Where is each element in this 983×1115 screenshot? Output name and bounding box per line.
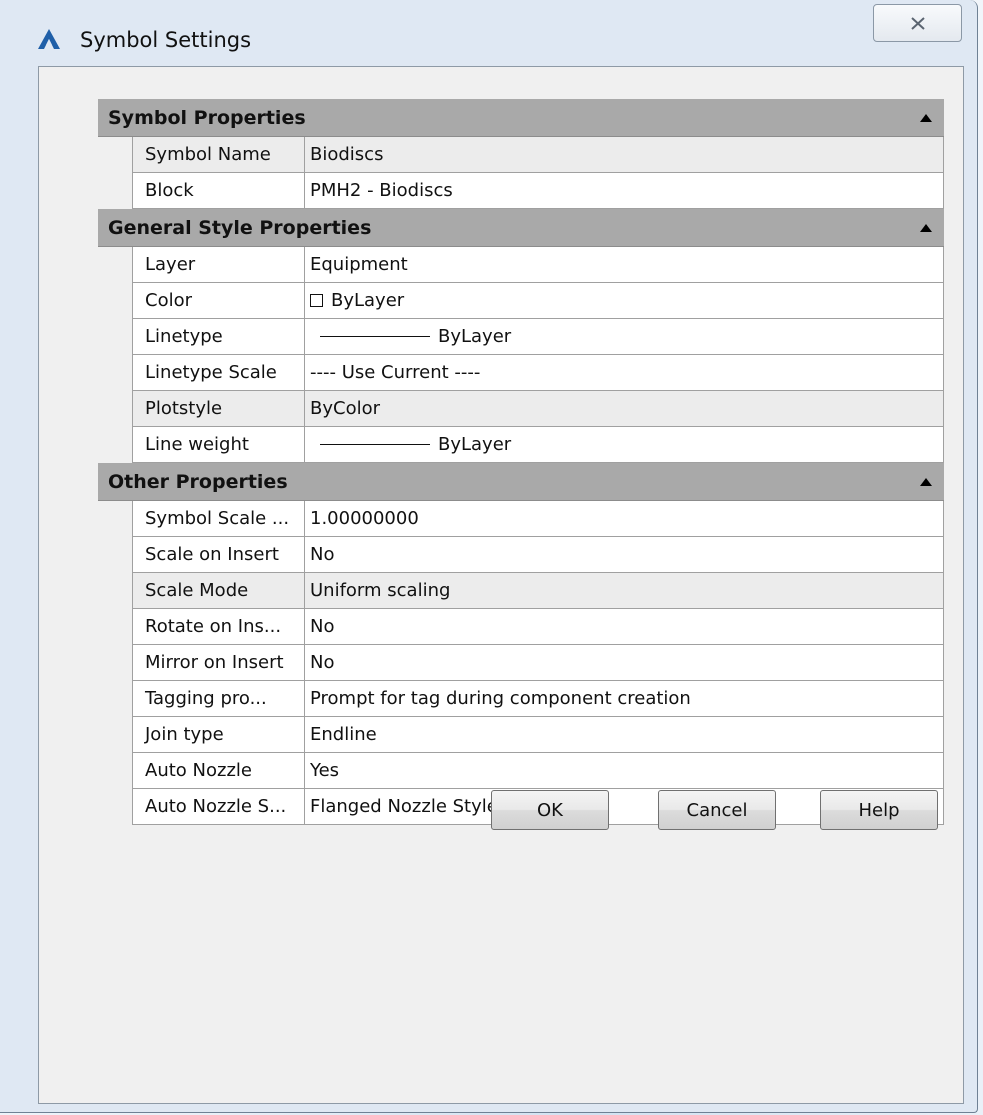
property-value[interactable]: Uniform scaling xyxy=(305,573,943,608)
lineweight-sample-icon xyxy=(320,444,430,445)
symbol-settings-dialog: Symbol Settings Symbol Properties Symbol… xyxy=(0,0,978,1113)
category-other-properties[interactable]: Other Properties xyxy=(98,463,944,501)
property-name: Linetype xyxy=(133,319,305,354)
collapse-arrow-icon[interactable] xyxy=(920,478,932,486)
property-value[interactable]: No xyxy=(305,537,943,572)
property-name: Symbol Name xyxy=(133,137,305,172)
property-name: Block xyxy=(133,173,305,208)
property-value[interactable]: 1.00000000 xyxy=(305,501,943,536)
property-value[interactable]: ---- Use Current ---- xyxy=(305,355,943,390)
property-name: Join type xyxy=(133,717,305,752)
property-name: Line weight xyxy=(133,427,305,462)
collapse-arrow-icon[interactable] xyxy=(920,224,932,232)
property-value[interactable]: PMH2 - Biodiscs xyxy=(305,173,943,208)
category-general-style-properties[interactable]: General Style Properties xyxy=(98,209,944,247)
title-bar[interactable]: Symbol Settings xyxy=(0,0,976,66)
property-row[interactable]: Scale on Insert No xyxy=(132,537,944,573)
property-row[interactable]: Symbol Scale ... 1.00000000 xyxy=(132,501,944,537)
property-row[interactable]: Rotate on Ins... No xyxy=(132,609,944,645)
property-row[interactable]: Block PMH2 - Biodiscs xyxy=(132,173,944,209)
property-value[interactable]: ByLayer xyxy=(305,427,943,462)
property-value[interactable]: Prompt for tag during component creation xyxy=(305,681,943,716)
property-value[interactable]: ByColor xyxy=(305,391,943,426)
help-button[interactable]: Help xyxy=(820,790,938,830)
close-button[interactable] xyxy=(873,4,962,42)
property-row[interactable]: Color ByLayer xyxy=(132,283,944,319)
property-row[interactable]: Line weight ByLayer xyxy=(132,427,944,463)
property-row[interactable]: Tagging pro... Prompt for tag during com… xyxy=(132,681,944,717)
property-name: Tagging pro... xyxy=(133,681,305,716)
property-grid: Symbol Properties Symbol Name Biodiscs B… xyxy=(98,99,944,825)
property-value[interactable]: ByLayer xyxy=(305,319,943,354)
property-row[interactable]: Layer Equipment xyxy=(132,247,944,283)
property-row[interactable]: Mirror on Insert No xyxy=(132,645,944,681)
property-value[interactable]: Biodiscs xyxy=(305,137,943,172)
property-name: Scale on Insert xyxy=(133,537,305,572)
collapse-arrow-icon[interactable] xyxy=(920,114,932,122)
property-row[interactable]: Join type Endline xyxy=(132,717,944,753)
close-icon xyxy=(910,16,925,30)
property-value[interactable]: Yes xyxy=(305,753,943,788)
property-row[interactable]: Linetype ByLayer xyxy=(132,319,944,355)
property-value[interactable]: Endline xyxy=(305,717,943,752)
property-value[interactable]: No xyxy=(305,609,943,644)
dialog-client-area: Symbol Properties Symbol Name Biodiscs B… xyxy=(38,66,964,1104)
property-row[interactable]: Symbol Name Biodiscs xyxy=(132,137,944,173)
linetype-sample-icon xyxy=(320,336,430,337)
category-label: General Style Properties xyxy=(108,217,372,239)
property-row[interactable]: Auto Nozzle Yes xyxy=(132,753,944,789)
property-name: Plotstyle xyxy=(133,391,305,426)
property-name: Scale Mode xyxy=(133,573,305,608)
property-name: Rotate on Ins... xyxy=(133,609,305,644)
property-value[interactable]: ByLayer xyxy=(305,283,943,318)
property-name: Auto Nozzle xyxy=(133,753,305,788)
color-swatch-icon xyxy=(310,294,323,307)
category-label: Other Properties xyxy=(108,471,288,493)
property-value[interactable]: Equipment xyxy=(305,247,943,282)
window-title: Symbol Settings xyxy=(80,28,252,52)
category-label: Symbol Properties xyxy=(108,107,306,129)
property-name: Symbol Scale ... xyxy=(133,501,305,536)
property-name: Linetype Scale xyxy=(133,355,305,390)
property-name: Color xyxy=(133,283,305,318)
ok-button[interactable]: OK xyxy=(491,790,609,830)
property-name: Mirror on Insert xyxy=(133,645,305,680)
autocad-logo-icon xyxy=(38,29,60,49)
property-row[interactable]: Scale Mode Uniform scaling xyxy=(132,573,944,609)
category-symbol-properties[interactable]: Symbol Properties xyxy=(98,99,944,137)
property-row[interactable]: Plotstyle ByColor xyxy=(132,391,944,427)
property-name: Auto Nozzle S... xyxy=(133,789,305,824)
property-name: Layer xyxy=(133,247,305,282)
cancel-button[interactable]: Cancel xyxy=(658,790,776,830)
property-row[interactable]: Linetype Scale ---- Use Current ---- xyxy=(132,355,944,391)
property-value[interactable]: No xyxy=(305,645,943,680)
